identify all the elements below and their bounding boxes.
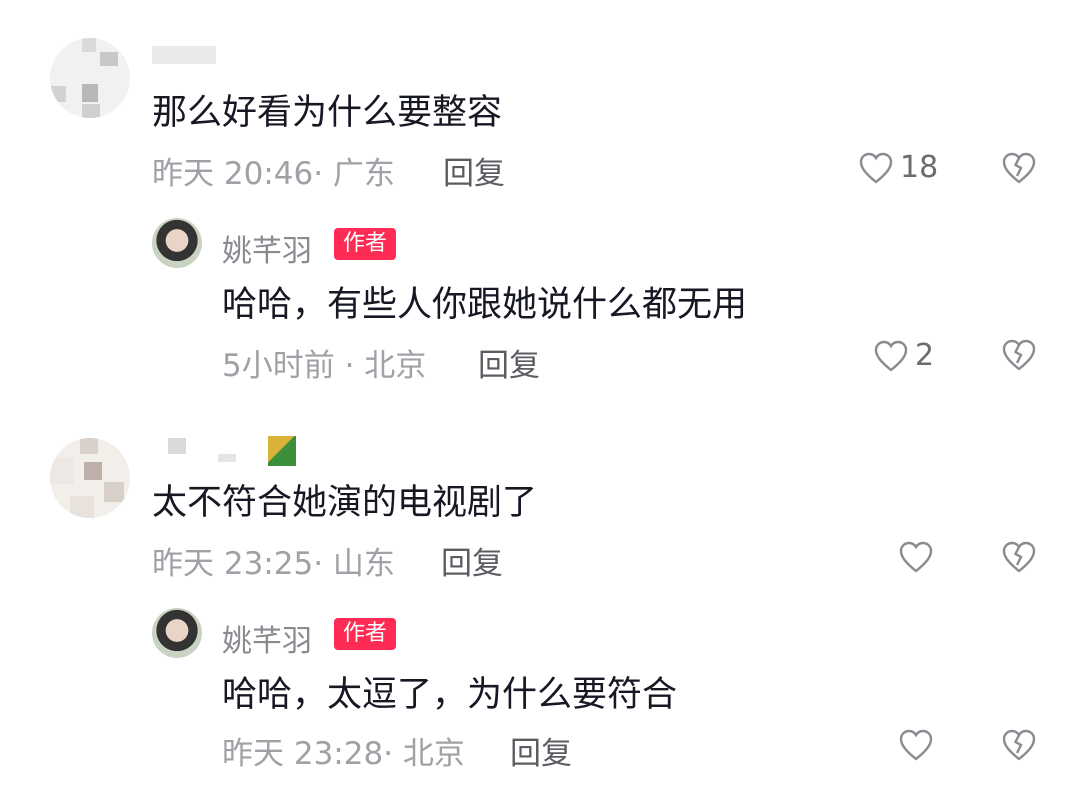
avatar[interactable] xyxy=(50,438,130,518)
comment-meta: 昨天 23:25· 山东 xyxy=(152,546,395,582)
like-button[interactable] xyxy=(898,728,940,762)
broken-heart-icon xyxy=(1001,540,1037,574)
reply-button[interactable]: 回复 xyxy=(441,538,503,583)
heart-outline-icon xyxy=(898,728,934,762)
reply-meta: 昨天 23:28· 北京 xyxy=(222,736,465,772)
dislike-button[interactable] xyxy=(1001,728,1037,762)
avatar[interactable] xyxy=(152,608,202,658)
comment-text: 太不符合她演的电视剧了 xyxy=(152,483,538,523)
author-badge: 作者 xyxy=(334,618,397,650)
username-masked[interactable] xyxy=(268,436,296,466)
reply-text: 哈哈，太逗了，为什么要符合 xyxy=(222,675,678,715)
reply-username[interactable]: 姚芊羽 xyxy=(222,616,312,660)
comment-item: 太不符合她演的电视剧了 昨天 23:25· 山东 回复 姚芊羽 作者 哈哈，太逗… xyxy=(0,0,1080,789)
username-masked[interactable] xyxy=(168,438,186,454)
dislike-button[interactable] xyxy=(1001,540,1037,574)
heart-outline-icon xyxy=(898,540,934,574)
username-masked[interactable] xyxy=(218,454,236,462)
reply-button[interactable]: 回复 xyxy=(510,728,572,773)
broken-heart-icon xyxy=(1001,728,1037,762)
like-button[interactable] xyxy=(898,540,940,574)
